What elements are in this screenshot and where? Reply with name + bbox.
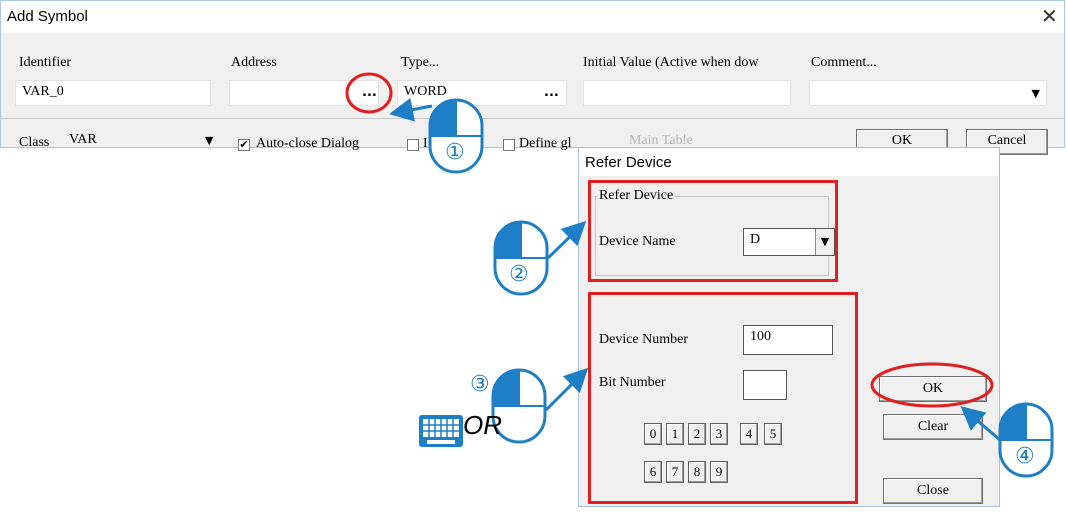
step-4-label: ④ xyxy=(1015,444,1035,469)
annotation-overlay xyxy=(345,72,1054,478)
step-2-label: ② xyxy=(509,262,529,287)
step-3-label: ③ xyxy=(470,372,490,397)
ok-highlight xyxy=(870,362,994,408)
step-1-label: ① xyxy=(445,140,465,165)
mouse-icon-step4 xyxy=(960,402,1054,478)
address-browse-highlight xyxy=(345,72,393,114)
keyboard-icon xyxy=(419,415,463,447)
mouse-icon-step1 xyxy=(389,97,484,174)
or-label: OR xyxy=(463,410,502,440)
mouse-icon-step3 xyxy=(491,367,589,444)
